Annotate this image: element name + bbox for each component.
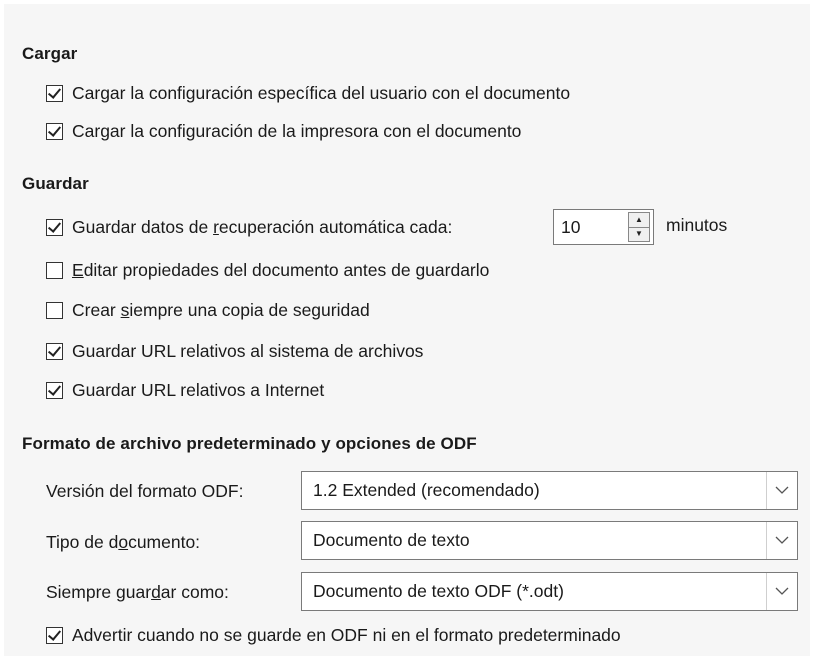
doc-type-dropdown[interactable]: Documento de texto <box>301 521 798 560</box>
doc-type-value: Documento de texto <box>313 530 470 550</box>
save-as-dropdown[interactable]: Documento de texto ODF (*.odt) <box>301 572 798 611</box>
backup-copy-checkbox[interactable] <box>46 301 63 319</box>
warn-non-odf-option[interactable]: Advertir cuando no se guarde en ODF ni e… <box>46 622 621 648</box>
section-heading-formato: Formato de archivo predeterminado y opci… <box>22 434 477 453</box>
autosave-minutes-value[interactable]: 10 <box>554 217 628 238</box>
odf-version-value: 1.2 Extended (recomendado) <box>313 480 540 500</box>
chevron-down-icon[interactable] <box>766 522 797 559</box>
save-as-label: Siempre guardar como: <box>46 582 229 602</box>
section-heading-cargar: Cargar <box>22 44 78 63</box>
relative-url-filesystem-checkbox[interactable] <box>46 342 63 360</box>
section-heading-guardar: Guardar <box>22 174 89 193</box>
chevron-down-icon[interactable] <box>766 573 797 610</box>
odf-version-dropdown[interactable]: 1.2 Extended (recomendado) <box>301 471 798 510</box>
relative-url-filesystem-option[interactable]: Guardar URL relativos al sistema de arch… <box>46 338 423 364</box>
autosave-option[interactable]: Guardar datos de recuperación automática… <box>46 214 452 240</box>
chevron-down-icon[interactable] <box>766 472 797 509</box>
backup-copy-option[interactable]: Crear siempre una copia de seguridad <box>46 297 370 323</box>
relative-url-internet-label: Guardar URL relativos a Internet <box>72 379 325 400</box>
load-printer-settings-label: Cargar la configuración de la impresora … <box>72 120 522 141</box>
autosave-label: Guardar datos de recuperación automática… <box>72 216 453 237</box>
odf-version-label: Versión del formato ODF: <box>46 481 244 501</box>
autosave-units-label: minutos <box>666 215 728 235</box>
relative-url-internet-option[interactable]: Guardar URL relativos a Internet <box>46 377 324 403</box>
doc-type-label: Tipo de documento: <box>46 532 201 552</box>
save-as-value: Documento de texto ODF (*.odt) <box>313 581 564 601</box>
load-printer-settings-checkbox[interactable] <box>46 122 63 140</box>
relative-url-internet-checkbox[interactable] <box>46 381 63 399</box>
relative-url-filesystem-label: Guardar URL relativos al sistema de arch… <box>72 340 424 361</box>
backup-copy-label: Crear siempre una copia de seguridad <box>72 299 370 320</box>
load-user-settings-checkbox[interactable] <box>46 84 63 102</box>
warn-non-odf-checkbox[interactable] <box>46 626 63 644</box>
load-user-settings-label: Cargar la configuración específica del u… <box>72 82 571 103</box>
edit-properties-checkbox[interactable] <box>46 261 63 279</box>
load-user-settings-option[interactable]: Cargar la configuración específica del u… <box>46 80 570 106</box>
spin-buttons[interactable]: ▲ ▼ <box>628 212 650 242</box>
warn-non-odf-label: Advertir cuando no se guarde en ODF ni e… <box>72 624 621 645</box>
spin-up-icon[interactable]: ▲ <box>629 213 649 228</box>
edit-properties-option[interactable]: Editar propiedades del documento antes d… <box>46 257 489 283</box>
autosave-checkbox[interactable] <box>46 218 63 236</box>
autosave-minutes-spinbox[interactable]: 10 ▲ ▼ <box>553 209 654 245</box>
edit-properties-label: Editar propiedades del documento antes d… <box>72 259 490 280</box>
spin-down-icon[interactable]: ▼ <box>629 228 649 242</box>
load-printer-settings-option[interactable]: Cargar la configuración de la impresora … <box>46 118 521 144</box>
